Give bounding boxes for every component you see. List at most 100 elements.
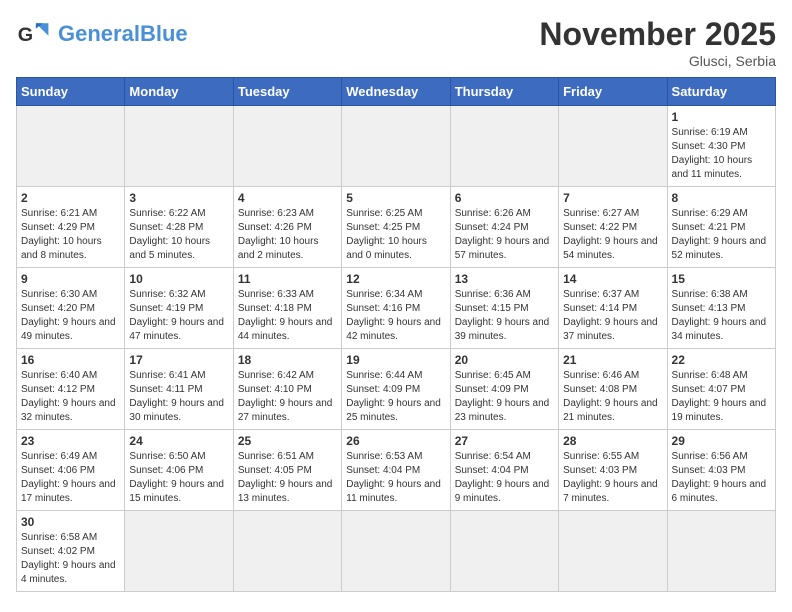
calendar-cell: 16 Sunrise: 6:40 AM Sunset: 4:12 PM Dayli… <box>17 349 125 430</box>
day-info: Sunrise: 6:42 AM Sunset: 4:10 PM Dayligh… <box>238 369 337 425</box>
day-number: 21 <box>563 353 662 367</box>
calendar-cell: 1Sunrise: 6:19 AM Sunset: 4:30 PM Daylig… <box>667 106 775 187</box>
day-info: Sunrise: 6:41 AM Sunset: 4:11 PM Dayligh… <box>129 369 228 425</box>
day-info: Sunrise: 6:45 AM Sunset: 4:09 PM Dayligh… <box>455 369 554 425</box>
day-info: Sunrise: 6:46 AM Sunset: 4:08 PM Dayligh… <box>563 369 662 425</box>
calendar-cell: 2 Sunrise: 6:21 AM Sunset: 4:29 PM Daylig… <box>17 187 125 268</box>
calendar-cell: 23Sunrise: 6:49 AM Sunset: 4:06 PM Dayli… <box>17 430 125 511</box>
calendar-cell <box>233 511 341 592</box>
day-number: 2 <box>21 191 120 205</box>
day-number: 7 <box>563 191 662 205</box>
day-info: Sunrise: 6:37 AM Sunset: 4:14 PM Dayligh… <box>563 288 662 344</box>
day-number: 6 <box>455 191 554 205</box>
logo-blue: Blue <box>140 21 188 46</box>
day-number: 12 <box>346 272 445 286</box>
calendar-row-5: 30 Sunrise: 6:58 AM Sunset: 4:02 PM Dayli… <box>17 511 776 592</box>
day-number: 3 <box>129 191 228 205</box>
day-info: Sunrise: 6:38 AM Sunset: 4:13 PM Dayligh… <box>672 288 771 344</box>
calendar-row-1: 2 Sunrise: 6:21 AM Sunset: 4:29 PM Daylig… <box>17 187 776 268</box>
day-info: Sunrise: 6:25 AM Sunset: 4:25 PM Dayligh… <box>346 207 445 263</box>
calendar-cell: 15 Sunrise: 6:38 AM Sunset: 4:13 PM Dayli… <box>667 268 775 349</box>
day-info: Sunrise: 6:55 AM Sunset: 4:03 PM Dayligh… <box>563 450 662 506</box>
day-number: 28 <box>563 434 662 448</box>
day-info: Sunrise: 6:40 AM Sunset: 4:12 PM Dayligh… <box>21 369 120 425</box>
col-thursday: Thursday <box>450 78 558 106</box>
calendar-cell: 22 Sunrise: 6:48 AM Sunset: 4:07 PM Dayli… <box>667 349 775 430</box>
calendar-row-2: 9 Sunrise: 6:30 AM Sunset: 4:20 PM Daylig… <box>17 268 776 349</box>
month-title: November 2025 <box>539 16 776 53</box>
calendar-row-4: 23Sunrise: 6:49 AM Sunset: 4:06 PM Dayli… <box>17 430 776 511</box>
day-info: Sunrise: 6:56 AM Sunset: 4:03 PM Dayligh… <box>672 450 771 506</box>
day-info: Sunrise: 6:26 AM Sunset: 4:24 PM Dayligh… <box>455 207 554 263</box>
calendar-cell <box>233 106 341 187</box>
calendar-cell: 21 Sunrise: 6:46 AM Sunset: 4:08 PM Dayli… <box>559 349 667 430</box>
calendar-cell: 8Sunrise: 6:29 AM Sunset: 4:21 PM Daylig… <box>667 187 775 268</box>
svg-text:G: G <box>18 24 33 46</box>
calendar-cell <box>125 106 233 187</box>
calendar-cell <box>342 106 450 187</box>
col-sunday: Sunday <box>17 78 125 106</box>
calendar-cell: 17 Sunrise: 6:41 AM Sunset: 4:11 PM Dayli… <box>125 349 233 430</box>
day-number: 10 <box>129 272 228 286</box>
day-info: Sunrise: 6:44 AM Sunset: 4:09 PM Dayligh… <box>346 369 445 425</box>
calendar-body: 1Sunrise: 6:19 AM Sunset: 4:30 PM Daylig… <box>17 106 776 592</box>
calendar-cell: 20 Sunrise: 6:45 AM Sunset: 4:09 PM Dayli… <box>450 349 558 430</box>
calendar-cell: 4Sunrise: 6:23 AM Sunset: 4:26 PM Daylig… <box>233 187 341 268</box>
calendar-row-3: 16 Sunrise: 6:40 AM Sunset: 4:12 PM Dayli… <box>17 349 776 430</box>
day-number: 29 <box>672 434 771 448</box>
col-monday: Monday <box>125 78 233 106</box>
day-number: 16 <box>21 353 120 367</box>
col-tuesday: Tuesday <box>233 78 341 106</box>
calendar-cell: 12 Sunrise: 6:34 AM Sunset: 4:16 PM Dayli… <box>342 268 450 349</box>
day-number: 19 <box>346 353 445 367</box>
day-info: Sunrise: 6:34 AM Sunset: 4:16 PM Dayligh… <box>346 288 445 344</box>
day-info: Sunrise: 6:53 AM Sunset: 4:04 PM Dayligh… <box>346 450 445 506</box>
day-info: Sunrise: 6:54 AM Sunset: 4:04 PM Dayligh… <box>455 450 554 506</box>
calendar-cell: 7Sunrise: 6:27 AM Sunset: 4:22 PM Daylig… <box>559 187 667 268</box>
day-number: 23 <box>21 434 120 448</box>
day-number: 15 <box>672 272 771 286</box>
day-info: Sunrise: 6:33 AM Sunset: 4:18 PM Dayligh… <box>238 288 337 344</box>
calendar-cell: 26 Sunrise: 6:53 AM Sunset: 4:04 PM Dayli… <box>342 430 450 511</box>
calendar-cell: 6 Sunrise: 6:26 AM Sunset: 4:24 PM Daylig… <box>450 187 558 268</box>
day-info: Sunrise: 6:19 AM Sunset: 4:30 PM Dayligh… <box>672 126 771 182</box>
col-friday: Friday <box>559 78 667 106</box>
day-number: 26 <box>346 434 445 448</box>
calendar-cell <box>667 511 775 592</box>
day-number: 5 <box>346 191 445 205</box>
day-number: 25 <box>238 434 337 448</box>
calendar-cell <box>125 511 233 592</box>
day-number: 14 <box>563 272 662 286</box>
logo-general: General <box>58 21 140 46</box>
calendar-cell: 13 Sunrise: 6:36 AM Sunset: 4:15 PM Dayli… <box>450 268 558 349</box>
calendar-cell: 5 Sunrise: 6:25 AM Sunset: 4:25 PM Daylig… <box>342 187 450 268</box>
day-number: 22 <box>672 353 771 367</box>
day-number: 11 <box>238 272 337 286</box>
calendar-cell <box>450 106 558 187</box>
day-info: Sunrise: 6:48 AM Sunset: 4:07 PM Dayligh… <box>672 369 771 425</box>
day-number: 24 <box>129 434 228 448</box>
calendar-cell: 27 Sunrise: 6:54 AM Sunset: 4:04 PM Dayli… <box>450 430 558 511</box>
logo-text: GeneralBlue <box>58 23 188 45</box>
calendar-cell: 14 Sunrise: 6:37 AM Sunset: 4:14 PM Dayli… <box>559 268 667 349</box>
calendar-cell <box>559 106 667 187</box>
day-info: Sunrise: 6:36 AM Sunset: 4:15 PM Dayligh… <box>455 288 554 344</box>
day-info: Sunrise: 6:58 AM Sunset: 4:02 PM Dayligh… <box>21 531 120 587</box>
day-number: 13 <box>455 272 554 286</box>
day-info: Sunrise: 6:22 AM Sunset: 4:28 PM Dayligh… <box>129 207 228 263</box>
day-info: Sunrise: 6:23 AM Sunset: 4:26 PM Dayligh… <box>238 207 337 263</box>
calendar-cell <box>559 511 667 592</box>
calendar-cell: 11 Sunrise: 6:33 AM Sunset: 4:18 PM Dayli… <box>233 268 341 349</box>
calendar-cell: 29 Sunrise: 6:56 AM Sunset: 4:03 PM Dayli… <box>667 430 775 511</box>
calendar-cell: 24Sunrise: 6:50 AM Sunset: 4:06 PM Dayli… <box>125 430 233 511</box>
calendar-cell: 25Sunrise: 6:51 AM Sunset: 4:05 PM Dayli… <box>233 430 341 511</box>
location: Glusci, Serbia <box>539 53 776 69</box>
day-info: Sunrise: 6:21 AM Sunset: 4:29 PM Dayligh… <box>21 207 120 263</box>
day-number: 9 <box>21 272 120 286</box>
day-number: 20 <box>455 353 554 367</box>
day-info: Sunrise: 6:30 AM Sunset: 4:20 PM Dayligh… <box>21 288 120 344</box>
calendar-cell <box>342 511 450 592</box>
day-number: 30 <box>21 515 120 529</box>
day-number: 17 <box>129 353 228 367</box>
day-number: 27 <box>455 434 554 448</box>
